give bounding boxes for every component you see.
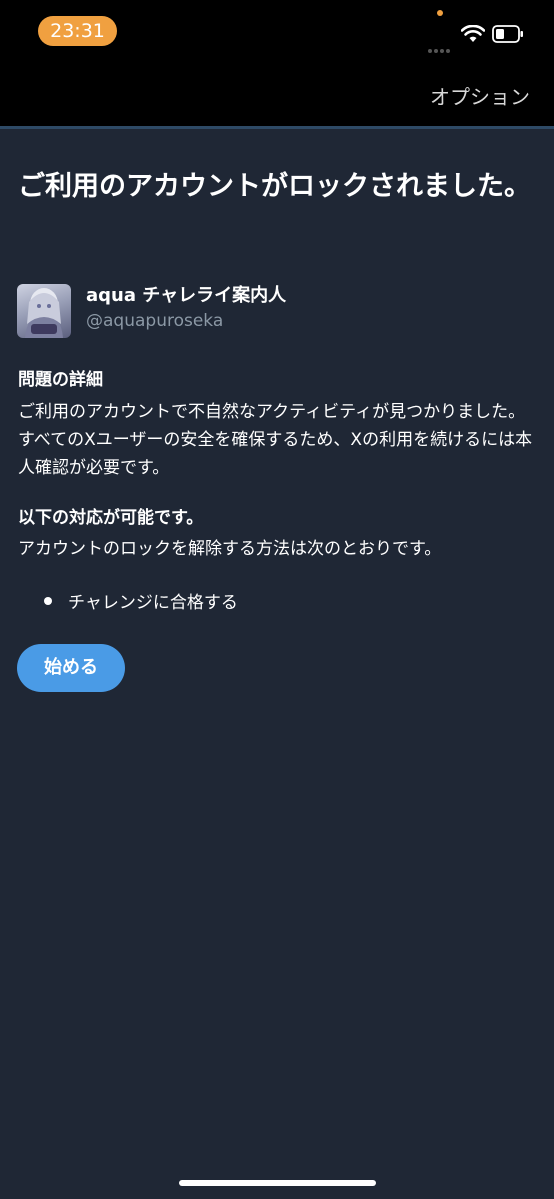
page-title: ご利用のアカウントがロックされました。 — [18, 171, 531, 202]
list-item: チャレンジに合格する — [44, 590, 238, 616]
bullet-icon — [44, 597, 52, 605]
nav-divider — [0, 126, 554, 129]
top-nav-bar: オプション — [0, 62, 554, 126]
privacy-indicator-dot — [437, 10, 443, 16]
options-button[interactable]: オプション — [430, 84, 530, 110]
status-bar: 23:31 — [0, 0, 554, 62]
actions-heading: 以下の対応が可能です。 — [18, 508, 204, 528]
actions-body: アカウントのロックを解除する方法は次のとおりです。 — [18, 539, 442, 559]
start-button[interactable]: 始める — [17, 644, 125, 692]
account-display-name: aqua チャレライ案内人 — [86, 285, 287, 306]
wifi-icon — [461, 25, 485, 42]
home-indicator[interactable] — [179, 1180, 376, 1186]
avatar — [17, 284, 71, 338]
status-time: 23:31 — [38, 16, 117, 46]
account-handle: @aquapuroseka — [86, 311, 224, 331]
list-item-label: チャレンジに合格する — [68, 593, 238, 613]
details-heading: 問題の詳細 — [18, 370, 103, 390]
cellular-signal-icon — [428, 38, 452, 57]
battery-icon — [492, 25, 523, 43]
details-body: ご利用のアカウントで不自然なアクティビティが見つかりました。すべてのXユーザーの… — [18, 402, 533, 478]
